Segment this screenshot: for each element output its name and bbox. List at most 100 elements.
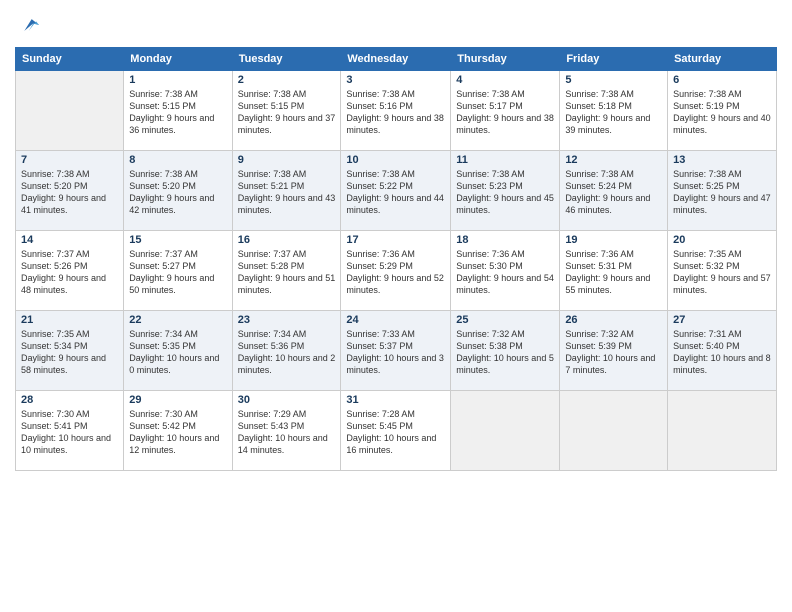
logo <box>15 14 39 41</box>
col-header-monday: Monday <box>124 47 232 70</box>
day-cell: 20 Sunrise: 7:35 AMSunset: 5:32 PMDayligh… <box>668 230 777 310</box>
day-number: 20 <box>673 234 771 246</box>
day-info: Sunrise: 7:38 AMSunset: 5:20 PMDaylight:… <box>21 168 118 217</box>
day-cell: 31 Sunrise: 7:28 AMSunset: 5:45 PMDayligh… <box>341 390 451 470</box>
week-row-5: 28 Sunrise: 7:30 AMSunset: 5:41 PMDayligh… <box>16 390 777 470</box>
day-number: 27 <box>673 314 771 326</box>
day-info: Sunrise: 7:28 AMSunset: 5:45 PMDaylight:… <box>346 408 445 457</box>
day-info: Sunrise: 7:30 AMSunset: 5:41 PMDaylight:… <box>21 408 118 457</box>
day-number: 22 <box>129 314 226 326</box>
day-info: Sunrise: 7:38 AMSunset: 5:15 PMDaylight:… <box>129 88 226 137</box>
day-number: 29 <box>129 394 226 406</box>
logo-bird-icon <box>17 14 39 36</box>
day-number: 9 <box>238 154 336 166</box>
day-info: Sunrise: 7:35 AMSunset: 5:34 PMDaylight:… <box>21 328 118 377</box>
day-cell: 22 Sunrise: 7:34 AMSunset: 5:35 PMDayligh… <box>124 310 232 390</box>
day-info: Sunrise: 7:36 AMSunset: 5:31 PMDaylight:… <box>565 248 662 297</box>
day-info: Sunrise: 7:38 AMSunset: 5:19 PMDaylight:… <box>673 88 771 137</box>
day-number: 25 <box>456 314 554 326</box>
day-number: 28 <box>21 394 118 406</box>
day-info: Sunrise: 7:38 AMSunset: 5:15 PMDaylight:… <box>238 88 336 137</box>
day-cell: 8 Sunrise: 7:38 AMSunset: 5:20 PMDaylight… <box>124 150 232 230</box>
day-cell <box>560 390 668 470</box>
header <box>15 10 777 41</box>
day-number: 5 <box>565 74 662 86</box>
week-row-4: 21 Sunrise: 7:35 AMSunset: 5:34 PMDayligh… <box>16 310 777 390</box>
day-cell: 18Sunrise: 7:36 AMSunset: 5:30 PMDayligh… <box>451 230 560 310</box>
day-cell: 11 Sunrise: 7:38 AMSunset: 5:23 PMDayligh… <box>451 150 560 230</box>
day-cell: 12 Sunrise: 7:38 AMSunset: 5:24 PMDayligh… <box>560 150 668 230</box>
day-cell: 29 Sunrise: 7:30 AMSunset: 5:42 PMDayligh… <box>124 390 232 470</box>
day-cell: 10Sunrise: 7:38 AMSunset: 5:22 PMDayligh… <box>341 150 451 230</box>
day-info: Sunrise: 7:32 AMSunset: 5:38 PMDaylight:… <box>456 328 554 377</box>
day-number: 7 <box>21 154 118 166</box>
day-number: 6 <box>673 74 771 86</box>
day-cell: 13 Sunrise: 7:38 AMSunset: 5:25 PMDayligh… <box>668 150 777 230</box>
day-number: 23 <box>238 314 336 326</box>
day-cell: 24 Sunrise: 7:33 AMSunset: 5:37 PMDayligh… <box>341 310 451 390</box>
day-cell: 6 Sunrise: 7:38 AMSunset: 5:19 PMDaylight… <box>668 70 777 150</box>
day-info: Sunrise: 7:30 AMSunset: 5:42 PMDaylight:… <box>129 408 226 457</box>
day-info: Sunrise: 7:34 AMSunset: 5:35 PMDaylight:… <box>129 328 226 377</box>
day-cell: 19 Sunrise: 7:36 AMSunset: 5:31 PMDayligh… <box>560 230 668 310</box>
day-number: 2 <box>238 74 336 86</box>
day-cell: 28 Sunrise: 7:30 AMSunset: 5:41 PMDayligh… <box>16 390 124 470</box>
col-header-tuesday: Tuesday <box>232 47 341 70</box>
day-number: 13 <box>673 154 771 166</box>
day-info: Sunrise: 7:37 AMSunset: 5:28 PMDaylight:… <box>238 248 336 297</box>
week-row-2: 7 Sunrise: 7:38 AMSunset: 5:20 PMDaylight… <box>16 150 777 230</box>
day-cell <box>16 70 124 150</box>
day-number: 31 <box>346 394 445 406</box>
day-number: 4 <box>456 74 554 86</box>
day-info: Sunrise: 7:38 AMSunset: 5:20 PMDaylight:… <box>129 168 226 217</box>
day-number: 18 <box>456 234 554 246</box>
col-header-saturday: Saturday <box>668 47 777 70</box>
day-cell: 9 Sunrise: 7:38 AMSunset: 5:21 PMDaylight… <box>232 150 341 230</box>
day-info: Sunrise: 7:38 AMSunset: 5:24 PMDaylight:… <box>565 168 662 217</box>
day-cell: 14 Sunrise: 7:37 AMSunset: 5:26 PMDayligh… <box>16 230 124 310</box>
day-cell: 1 Sunrise: 7:38 AMSunset: 5:15 PMDaylight… <box>124 70 232 150</box>
day-cell: 7 Sunrise: 7:38 AMSunset: 5:20 PMDaylight… <box>16 150 124 230</box>
day-number: 1 <box>129 74 226 86</box>
day-info: Sunrise: 7:36 AMSunset: 5:29 PMDaylight:… <box>346 248 445 297</box>
day-cell: 17 Sunrise: 7:36 AMSunset: 5:29 PMDayligh… <box>341 230 451 310</box>
day-number: 11 <box>456 154 554 166</box>
day-number: 26 <box>565 314 662 326</box>
day-info: Sunrise: 7:33 AMSunset: 5:37 PMDaylight:… <box>346 328 445 377</box>
day-info: Sunrise: 7:38 AMSunset: 5:23 PMDaylight:… <box>456 168 554 217</box>
week-row-3: 14 Sunrise: 7:37 AMSunset: 5:26 PMDayligh… <box>16 230 777 310</box>
day-info: Sunrise: 7:38 AMSunset: 5:25 PMDaylight:… <box>673 168 771 217</box>
day-info: Sunrise: 7:38 AMSunset: 5:16 PMDaylight:… <box>346 88 445 137</box>
calendar-table: SundayMondayTuesdayWednesdayThursdayFrid… <box>15 47 777 471</box>
day-cell: 5Sunrise: 7:38 AMSunset: 5:18 PMDaylight… <box>560 70 668 150</box>
day-cell: 21 Sunrise: 7:35 AMSunset: 5:34 PMDayligh… <box>16 310 124 390</box>
day-info: Sunrise: 7:32 AMSunset: 5:39 PMDaylight:… <box>565 328 662 377</box>
day-info: Sunrise: 7:34 AMSunset: 5:36 PMDaylight:… <box>238 328 336 377</box>
day-cell: 15Sunrise: 7:37 AMSunset: 5:27 PMDayligh… <box>124 230 232 310</box>
col-header-wednesday: Wednesday <box>341 47 451 70</box>
day-info: Sunrise: 7:37 AMSunset: 5:26 PMDaylight:… <box>21 248 118 297</box>
day-number: 19 <box>565 234 662 246</box>
day-info: Sunrise: 7:38 AMSunset: 5:21 PMDaylight:… <box>238 168 336 217</box>
day-number: 21 <box>21 314 118 326</box>
day-cell: 2 Sunrise: 7:38 AMSunset: 5:15 PMDaylight… <box>232 70 341 150</box>
day-number: 12 <box>565 154 662 166</box>
day-number: 3 <box>346 74 445 86</box>
day-info: Sunrise: 7:35 AMSunset: 5:32 PMDaylight:… <box>673 248 771 297</box>
day-number: 8 <box>129 154 226 166</box>
day-number: 30 <box>238 394 336 406</box>
col-header-friday: Friday <box>560 47 668 70</box>
header-row: SundayMondayTuesdayWednesdayThursdayFrid… <box>16 47 777 70</box>
day-cell <box>668 390 777 470</box>
day-info: Sunrise: 7:31 AMSunset: 5:40 PMDaylight:… <box>673 328 771 377</box>
day-cell: 26 Sunrise: 7:32 AMSunset: 5:39 PMDayligh… <box>560 310 668 390</box>
day-cell: 27 Sunrise: 7:31 AMSunset: 5:40 PMDayligh… <box>668 310 777 390</box>
col-header-thursday: Thursday <box>451 47 560 70</box>
page: SundayMondayTuesdayWednesdayThursdayFrid… <box>0 0 792 612</box>
col-header-sunday: Sunday <box>16 47 124 70</box>
day-cell <box>451 390 560 470</box>
day-number: 24 <box>346 314 445 326</box>
day-number: 17 <box>346 234 445 246</box>
day-number: 14 <box>21 234 118 246</box>
day-info: Sunrise: 7:38 AMSunset: 5:17 PMDaylight:… <box>456 88 554 137</box>
